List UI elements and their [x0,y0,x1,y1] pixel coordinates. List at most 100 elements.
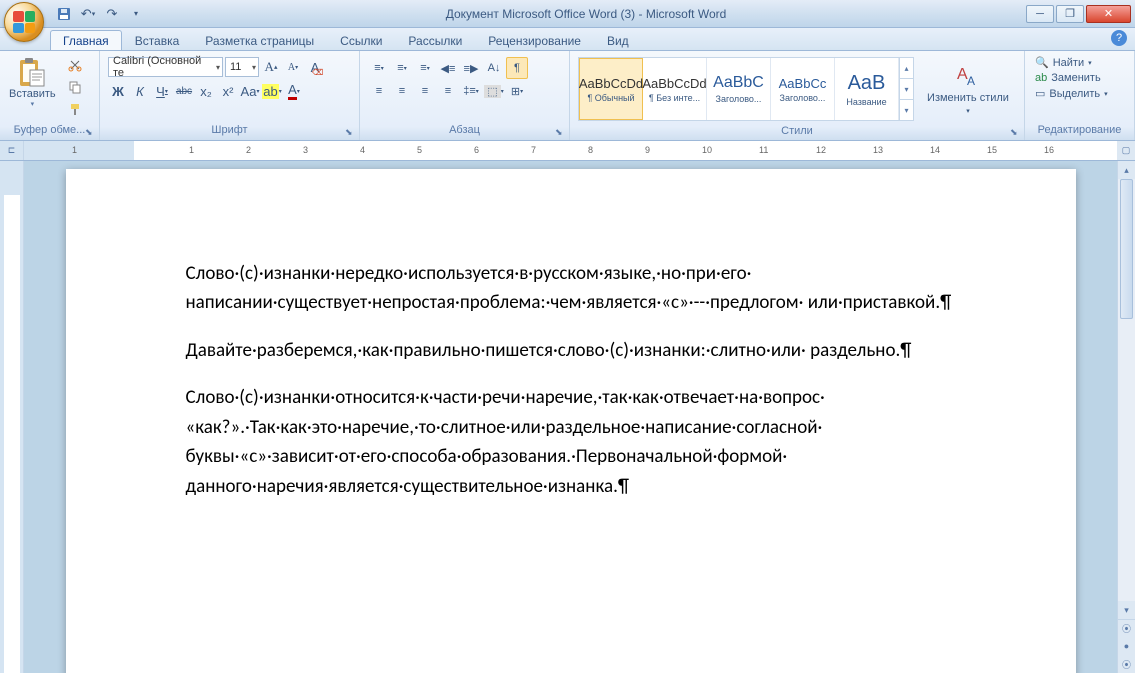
font-dialog-launcher[interactable]: ⬊ [345,127,357,139]
browse-object-button[interactable]: ● [1118,637,1135,655]
ruler-vertical[interactable] [0,161,24,673]
tab-references[interactable]: Ссылки [327,30,395,50]
scroll-track[interactable] [1118,179,1135,601]
style-heading1[interactable]: AaBbCЗаголово... [707,58,771,120]
page[interactable]: Слово·(с)·изнанки·нередко·используется·в… [66,169,1076,673]
italic-button[interactable]: К [130,81,150,101]
ribbon-tabs: Главная Вставка Разметка страницы Ссылки… [0,28,1135,51]
gallery-scroll: ▴ ▾ ▾ [899,58,913,120]
decrease-indent-button[interactable]: ◀≡ [437,57,459,79]
group-editing: 🔍Найти▾ abЗаменить ▭Выделить▾ Редактиров… [1025,51,1135,140]
multilevel-button[interactable]: ≡▾ [414,57,436,79]
increase-indent-button[interactable]: ≡▶ [460,57,482,79]
gallery-expand-button[interactable]: ▾ [900,100,913,120]
document-area: Слово·(с)·изнанки·нередко·используется·в… [0,161,1135,673]
scroll-thumb[interactable] [1120,179,1133,319]
tab-mailings[interactable]: Рассылки [395,30,475,50]
grow-font-button[interactable]: A▴ [261,57,281,77]
tab-home[interactable]: Главная [50,30,122,50]
strikethrough-button[interactable]: abc [174,81,194,101]
cut-button[interactable] [65,55,85,75]
tab-view[interactable]: Вид [594,30,642,50]
numbering-button[interactable]: ≡▾ [391,57,413,79]
tab-review[interactable]: Рецензирование [475,30,594,50]
clear-formatting-button[interactable]: A⌫ [305,57,325,77]
undo-button[interactable]: ↶▾ [78,4,98,24]
group-font: Calibri (Основной те 11 A▴ A▾ A⌫ Ж К Ч▾ … [100,51,360,140]
document-viewport: Слово·(с)·изнанки·нередко·используется·в… [24,161,1117,673]
styles-group-label: Стили [574,125,1020,140]
ruler-horizontal: ⊏ 1 1 2 3 4 5 6 7 8 9 10 11 12 13 14 15 … [0,141,1135,161]
style-nospacing[interactable]: AaBbCcDd¶ Без инте... [643,58,707,120]
gallery-up-button[interactable]: ▴ [900,58,913,79]
ruler-corner[interactable]: ⊏ [0,141,24,160]
shading-button[interactable]: ⬚▾ [483,80,505,102]
editing-group-label: Редактирование [1029,124,1130,140]
replace-button[interactable]: abЗаменить [1031,71,1112,85]
ruler-h-track[interactable]: 1 1 2 3 4 5 6 7 8 9 10 11 12 13 14 15 16 [24,141,1117,160]
highlight-button[interactable]: ab▾ [262,81,282,101]
change-styles-icon: AA [952,60,984,92]
prev-page-button[interactable]: ⦿ [1118,619,1135,637]
align-left-button[interactable]: ≡ [368,80,390,102]
paragraph-2[interactable]: Давайте·разберемся,·как·правильно·пишетс… [186,336,966,365]
copy-button[interactable] [65,77,85,97]
next-page-button[interactable]: ⦿ [1118,655,1135,673]
tab-layout[interactable]: Разметка страницы [192,30,327,50]
minimize-button[interactable]: ─ [1026,5,1054,23]
help-button[interactable]: ? [1111,30,1127,46]
format-painter-button[interactable] [65,99,85,119]
superscript-button[interactable]: x² [218,81,238,101]
paragraph-dialog-launcher[interactable]: ⬊ [555,127,567,139]
paragraph-3[interactable]: Слово·(с)·изнанки·относится·к·части·речи… [186,383,966,501]
line-spacing-button[interactable]: ‡≡▾ [460,80,482,102]
show-marks-button[interactable]: ¶ [506,57,528,79]
vertical-scrollbar[interactable]: ▴ ▾ ⦿ ● ⦿ [1117,161,1135,673]
style-title[interactable]: AaBНазвание [835,58,899,120]
clipboard-label: Буфер обме... [4,124,95,140]
align-right-button[interactable]: ≡ [414,80,436,102]
replace-icon: ab [1035,72,1047,84]
bullets-button[interactable]: ≡▾ [368,57,390,79]
sort-button[interactable]: A↓ [483,57,505,79]
ruler-toggle-button[interactable]: ▢ [1117,141,1135,160]
change-styles-button[interactable]: AA Изменить стили ▾ [920,57,1016,119]
underline-button[interactable]: Ч▾ [152,81,172,101]
font-color-button[interactable]: A▾ [284,81,304,101]
paragraph-1[interactable]: Слово·(с)·изнанки·нередко·используется·в… [186,259,966,318]
group-styles: AaBbCcDd¶ Обычный AaBbCcDd¶ Без инте... … [570,51,1025,140]
style-normal[interactable]: AaBbCcDd¶ Обычный [579,58,643,120]
font-name-combo[interactable]: Calibri (Основной те [108,57,223,77]
close-button[interactable]: ✕ [1086,5,1131,23]
styles-dialog-launcher[interactable]: ⬊ [1010,127,1022,139]
font-size-combo[interactable]: 11 [225,57,259,77]
bold-button[interactable]: Ж [108,81,128,101]
title-bar: ↶▾ ↷ ▾ Документ Microsoft Office Word (3… [0,0,1135,28]
qat-more-button[interactable]: ▾ [126,4,146,24]
scroll-up-button[interactable]: ▴ [1118,161,1135,179]
align-center-button[interactable]: ≡ [391,80,413,102]
redo-button[interactable]: ↷ [102,4,122,24]
tab-insert[interactable]: Вставка [122,30,193,50]
office-button[interactable] [4,2,44,42]
styles-gallery[interactable]: AaBbCcDd¶ Обычный AaBbCcDd¶ Без инте... … [578,57,914,121]
select-button[interactable]: ▭Выделить▾ [1031,86,1112,101]
justify-button[interactable]: ≡ [437,80,459,102]
ribbon: Вставить ▾ Буфер обме... ⬊ Calibri (Осно… [0,51,1135,141]
subscript-button[interactable]: x₂ [196,81,216,101]
maximize-button[interactable]: ❐ [1056,5,1084,23]
clipboard-dialog-launcher[interactable]: ⬊ [85,127,97,139]
shrink-font-button[interactable]: A▾ [283,57,303,77]
group-paragraph: ≡▾ ≡▾ ≡▾ ◀≡ ≡▶ A↓ ¶ ≡ ≡ ≡ ≡ ‡≡▾ ⬚▾ ⊞▾ Аб… [360,51,570,140]
scroll-down-button[interactable]: ▾ [1118,601,1135,619]
font-group-label: Шрифт [104,124,355,140]
borders-button[interactable]: ⊞▾ [506,80,528,102]
change-case-button[interactable]: Aa▾ [240,81,260,101]
find-button[interactable]: 🔍Найти▾ [1031,55,1112,70]
paste-label: Вставить [9,88,56,100]
gallery-down-button[interactable]: ▾ [900,79,913,100]
save-button[interactable] [54,4,74,24]
paste-button[interactable]: Вставить ▾ [4,53,61,111]
style-heading2[interactable]: AaBbCcЗаголово... [771,58,835,120]
window-title: Документ Microsoft Office Word (3) - Mic… [146,7,1026,21]
